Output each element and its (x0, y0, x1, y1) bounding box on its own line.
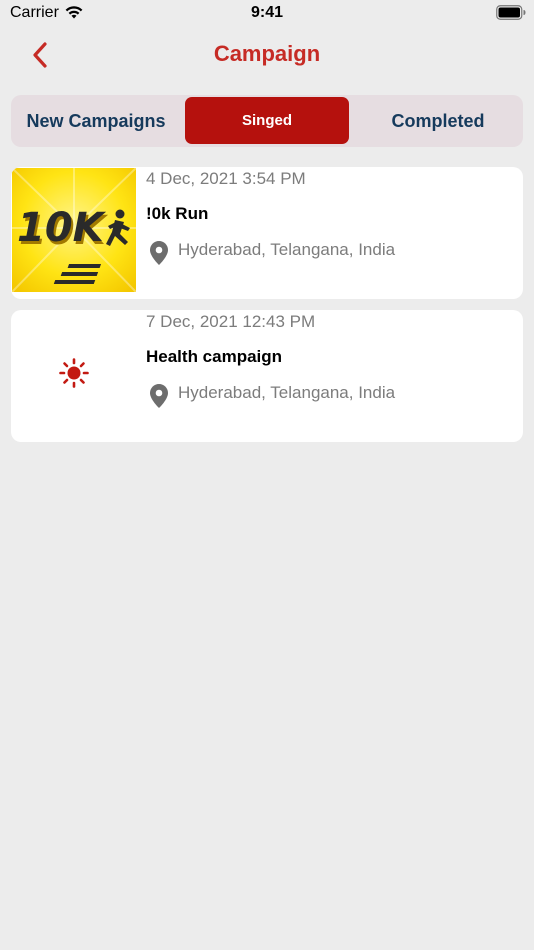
campaign-location: Hyderabad, Telangana, India (178, 383, 396, 402)
campaign-title: Health campaign (146, 347, 283, 366)
location-pin-icon (150, 384, 168, 408)
campaign-card[interactable]: 7 Dec, 2021 12:43 PM Health campaign Hyd… (11, 310, 523, 442)
campaign-date: 4 Dec, 2021 3:54 PM (146, 169, 306, 188)
page-title: Campaign (213, 41, 321, 66)
thumbnail-10k-text: 10K (17, 205, 107, 251)
status-bar: Carrier 9:41 (0, 0, 534, 28)
campaign-card[interactable]: 10K 10K 4 Dec, 2021 3:54 PM !0k Run Hyde… (11, 167, 523, 299)
battery-icon (496, 5, 526, 20)
tab-singed[interactable]: Singed (185, 97, 349, 144)
status-time: 9:41 (250, 4, 284, 21)
location-pin-icon (150, 241, 168, 265)
campaign-thumbnail (12, 311, 136, 435)
sun-icon (59, 358, 89, 388)
campaign-location: Hyderabad, Telangana, India (178, 240, 396, 259)
campaign-status-tabs: New Campaigns Singed Completed (11, 95, 523, 147)
campaign-date: 7 Dec, 2021 12:43 PM (146, 312, 316, 331)
tab-completed[interactable]: Completed (353, 95, 523, 147)
campaign-title: !0k Run (146, 204, 209, 223)
tab-new-campaigns[interactable]: New Campaigns (11, 95, 181, 147)
campaign-thumbnail: 10K 10K (12, 168, 136, 292)
